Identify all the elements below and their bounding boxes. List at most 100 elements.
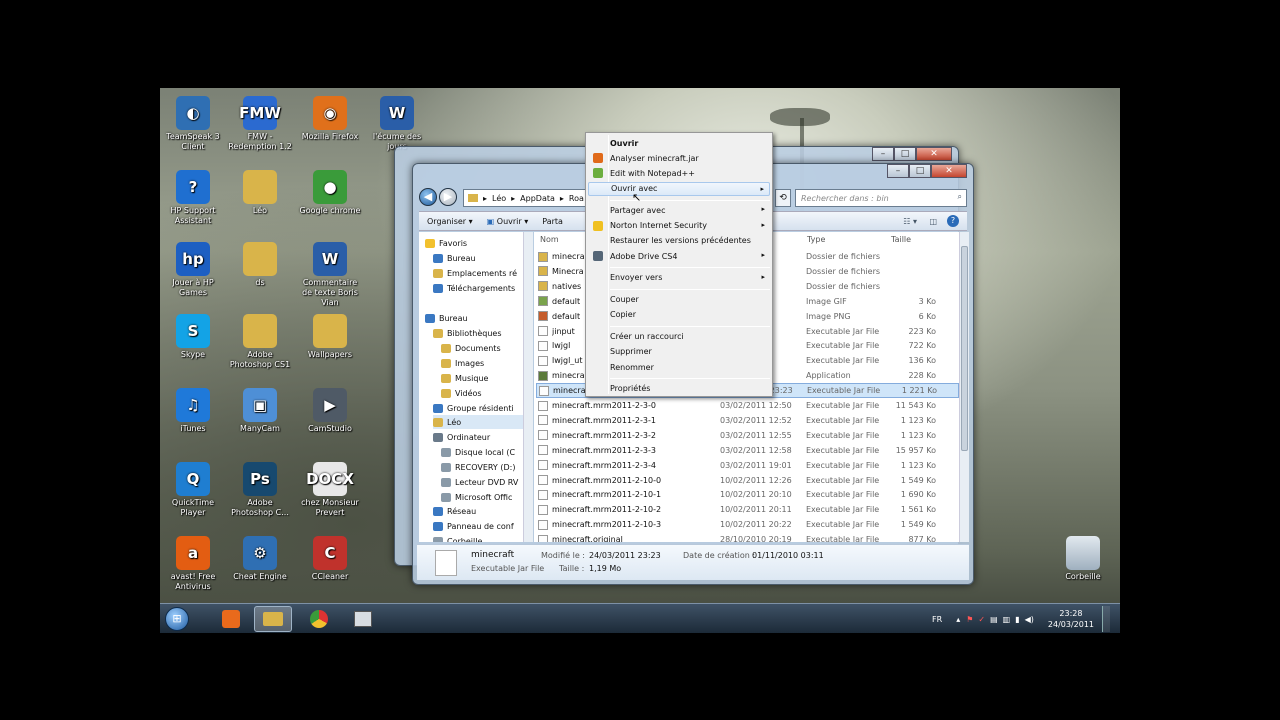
share-button[interactable]: Parta: [542, 217, 563, 226]
nav-item[interactable]: Favoris: [425, 236, 467, 250]
nav-item[interactable]: Vidéos: [441, 386, 482, 400]
nav-item[interactable]: Lecteur DVD RV: [441, 475, 518, 489]
taskbar-chrome[interactable]: [300, 606, 338, 632]
menu-item[interactable]: Analyser minecraft.jar: [588, 151, 770, 165]
nav-item[interactable]: Emplacements ré: [433, 266, 517, 280]
nav-item[interactable]: Musique: [441, 371, 488, 385]
desktop-icon[interactable]: ● Google chrome: [297, 170, 363, 216]
nav-item[interactable]: Ordinateur: [433, 430, 490, 444]
desktop-icon[interactable]: FMW FMW - Redemption 1.2: [227, 96, 293, 152]
maximize-icon[interactable]: □: [894, 147, 916, 161]
close-icon[interactable]: ✕: [931, 164, 967, 178]
device-tray-icon[interactable]: ▤: [990, 615, 998, 624]
clock[interactable]: 23:28 24/03/2011: [1048, 608, 1094, 630]
desktop-icon[interactable]: ◐ TeamSpeak 3 Client: [160, 96, 226, 152]
file-list-scrollbar[interactable]: [959, 232, 969, 542]
desktop-icon[interactable]: S Skype: [160, 314, 226, 360]
close-icon[interactable]: ✕: [916, 147, 952, 161]
recycle-bin-icon[interactable]: Corbeille: [1050, 536, 1116, 582]
desktop-icon[interactable]: hp Jouer à HP Games: [160, 242, 226, 298]
preview-pane-icon[interactable]: ◫: [929, 217, 937, 226]
file-row[interactable]: minecraft.mrm2011-2-3-3 03/02/2011 12:58 E…: [536, 443, 959, 458]
file-row[interactable]: minecraft.mrm2011-2-10-0 10/02/2011 12:26…: [536, 473, 959, 488]
breadcrumb-item[interactable]: Léo: [492, 194, 506, 203]
navigation-pane[interactable]: Favoris Bureau Emplacements ré Téléchargeme…: [419, 232, 523, 542]
desktop-icon[interactable]: Ps Adobe Photoshop C...: [227, 462, 293, 518]
file-row[interactable]: minecraft.original 28/10/2010 20:19 Execut…: [536, 532, 959, 542]
menu-item[interactable]: Créer un raccourci: [588, 330, 770, 344]
menu-item[interactable]: Restaurer les versions précédentes: [588, 234, 770, 248]
menu-item[interactable]: Propriétés: [588, 382, 770, 396]
breadcrumb-chevron-icon[interactable]: ▸: [511, 194, 515, 203]
menu-item[interactable]: Copier: [588, 308, 770, 322]
minimize-icon[interactable]: –: [872, 147, 894, 161]
show-hidden-icons-icon[interactable]: ▴: [956, 615, 960, 624]
menu-item[interactable]: Ouvrir avec ▸: [588, 181, 770, 196]
file-row[interactable]: minecraft.mrm2011-2-3-1 03/02/2011 12:52 E…: [536, 413, 959, 428]
desktop-icon[interactable]: Wl'écume des jours: [364, 96, 430, 152]
menu-item[interactable]: Couper: [588, 293, 770, 307]
nav-item[interactable]: Disque local (C: [441, 445, 515, 459]
desktop-icon[interactable]: Adobe Photoshop CS1: [227, 314, 293, 370]
menu-item[interactable]: Edit with Notepad++: [588, 166, 770, 180]
desktop-icon[interactable]: C CCleaner: [297, 536, 363, 582]
scrollbar-thumb[interactable]: [961, 246, 968, 451]
nav-item[interactable]: RECOVERY (D:): [441, 460, 515, 474]
network-icon[interactable]: ▥: [1003, 615, 1011, 624]
nav-item[interactable]: Corbeille: [433, 534, 482, 542]
taskbar-media-player[interactable]: [212, 606, 250, 632]
nav-item[interactable]: Images: [441, 356, 484, 370]
show-desktop-button[interactable]: [1102, 606, 1110, 632]
desktop-icon[interactable]: Q QuickTime Player: [160, 462, 226, 518]
forward-arrow-icon[interactable]: ▶: [439, 188, 457, 206]
menu-item[interactable]: Renommer: [588, 360, 770, 374]
column-header-type[interactable]: Type: [807, 232, 825, 248]
column-header-size[interactable]: Taille: [891, 232, 911, 248]
nav-item[interactable]: Téléchargements: [433, 281, 515, 295]
refresh-icon[interactable]: ⟲: [775, 189, 791, 207]
menu-item[interactable]: Partager avec ▸: [588, 203, 770, 217]
search-icon[interactable]: ⌕: [958, 192, 962, 202]
norton-tray-icon[interactable]: ✓: [978, 615, 985, 624]
desktop-icon[interactable]: ⚙ Cheat Engine: [227, 536, 293, 582]
desktop-icon[interactable]: DOCX chez Monsieur Prevert: [297, 462, 363, 518]
maximize-icon[interactable]: □: [909, 164, 931, 178]
nav-item[interactable]: Léo: [433, 415, 523, 429]
file-row[interactable]: minecraft.mrm2011-2-3-0 03/02/2011 12:50 E…: [536, 398, 959, 413]
breadcrumb-chevron-icon[interactable]: ▸: [483, 194, 487, 203]
menu-item[interactable]: Norton Internet Security ▸: [588, 219, 770, 233]
menu-item[interactable]: Envoyer vers ▸: [588, 271, 770, 285]
open-button[interactable]: ▣ Ouvrir ▾: [487, 217, 529, 226]
nav-item[interactable]: Bibliothèques: [433, 326, 502, 340]
desktop-icon[interactable]: W Commentaire de texte Boris Vian: [297, 242, 363, 308]
file-row[interactable]: minecraft.mrm2011-2-3-4 03/02/2011 19:01 E…: [536, 458, 959, 473]
desktop-icon[interactable]: ? HP Support Assistant: [160, 170, 226, 226]
menu-item[interactable]: Supprimer: [588, 345, 770, 359]
nav-item[interactable]: Bureau: [433, 251, 476, 265]
context-menu[interactable]: Ouvrir Analyser minecraft.jar Edit with No…: [585, 132, 773, 397]
desktop-icon[interactable]: ♫ iTunes: [160, 388, 226, 434]
column-header-name[interactable]: Nom: [540, 232, 559, 248]
file-row[interactable]: minecraft.mrm2011-2-10-2 10/02/2011 20:11…: [536, 502, 959, 517]
breadcrumb-item[interactable]: Roa: [569, 194, 584, 203]
desktop-icon[interactable]: Léo: [227, 170, 293, 216]
start-button[interactable]: ⊞: [160, 606, 194, 632]
language-indicator[interactable]: FR: [932, 615, 942, 624]
desktop-icon[interactable]: ▣ ManyCam: [227, 388, 293, 434]
file-row[interactable]: minecraft.mrm2011-2-10-3 10/02/2011 20:22…: [536, 517, 959, 532]
organize-button[interactable]: Organiser ▾: [427, 217, 473, 226]
taskbar-camstudio[interactable]: [344, 606, 382, 632]
taskbar-explorer[interactable]: [254, 606, 292, 632]
action-center-icon[interactable]: ⚑: [966, 615, 973, 624]
nav-item[interactable]: Microsoft Offic: [441, 490, 512, 504]
nav-item[interactable]: Panneau de conf: [433, 519, 514, 533]
breadcrumb-chevron-icon[interactable]: ▸: [560, 194, 564, 203]
back-arrow-icon[interactable]: ◀: [419, 188, 437, 206]
desktop-icon[interactable]: a avast! Free Antivirus: [160, 536, 226, 592]
file-row[interactable]: minecraft.mrm2011-2-3-2 03/02/2011 12:55 E…: [536, 428, 959, 443]
volume-icon[interactable]: ◀): [1025, 615, 1034, 624]
desktop-icon[interactable]: ◉ Mozilla Firefox: [297, 96, 363, 142]
desktop-icon[interactable]: ▶ CamStudio: [297, 388, 363, 434]
navigation-scrollbar[interactable]: [523, 232, 533, 542]
nav-item[interactable]: Réseau: [433, 504, 476, 518]
